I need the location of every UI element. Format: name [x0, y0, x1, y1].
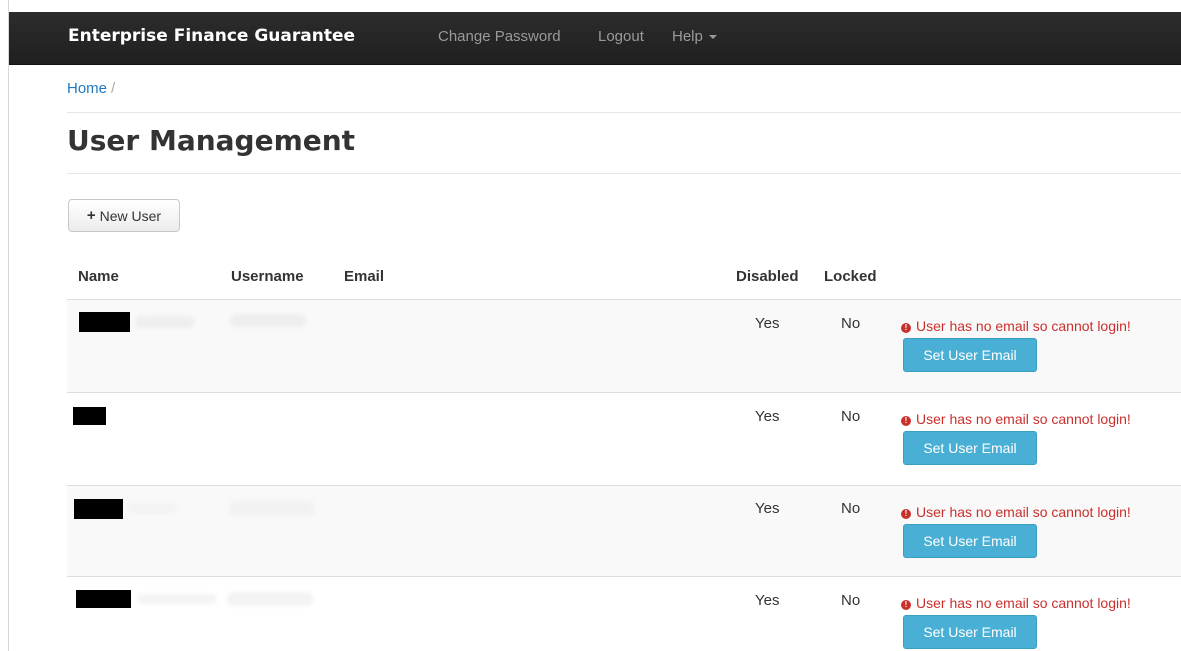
locked-value: No [841, 592, 861, 609]
table-row: Yes No ! User has no email so cannot logi… [67, 485, 1181, 576]
no-email-warning: ! User has no email so cannot login! [901, 504, 1131, 520]
page-title: User Management [67, 124, 356, 157]
new-user-button[interactable]: + New User [68, 199, 180, 232]
no-email-warning: ! User has no email so cannot login! [901, 595, 1131, 611]
no-email-warning: ! User has no email so cannot login! [901, 318, 1131, 334]
column-header-username: Username [231, 268, 304, 285]
disabled-value: Yes [755, 592, 780, 609]
window-edge [8, 0, 9, 651]
set-user-email-button[interactable]: Set User Email [903, 338, 1037, 372]
breadcrumb-home[interactable]: Home [67, 80, 107, 97]
blurred-username [230, 501, 314, 516]
column-header-email: Email [344, 268, 385, 285]
redacted-name [79, 312, 130, 332]
divider [67, 112, 1181, 113]
warning-text: User has no email so cannot login! [916, 318, 1131, 334]
set-user-email-button[interactable]: Set User Email [903, 524, 1037, 558]
warning-text: User has no email so cannot login! [916, 504, 1131, 520]
help-label: Help [672, 28, 703, 45]
set-user-email-button[interactable]: Set User Email [903, 431, 1037, 465]
breadcrumb: Home / [67, 80, 115, 97]
locked-value: No [841, 408, 861, 425]
exclamation-circle-icon: ! [901, 416, 911, 426]
no-email-warning: ! User has no email so cannot login! [901, 411, 1131, 427]
locked-value: No [841, 315, 861, 332]
help-dropdown[interactable]: Help [672, 28, 717, 45]
logout-link[interactable]: Logout [598, 28, 644, 45]
exclamation-circle-icon: ! [901, 323, 911, 333]
plus-icon: + [86, 207, 96, 224]
blurred-name [135, 316, 195, 328]
locked-value: No [841, 500, 861, 517]
exclamation-circle-icon: ! [901, 600, 911, 610]
disabled-value: Yes [755, 408, 780, 425]
top-navbar: Enterprise Finance Guarantee Change Pass… [9, 12, 1181, 65]
divider [67, 173, 1181, 174]
disabled-value: Yes [755, 315, 780, 332]
column-header-disabled: Disabled [736, 268, 799, 285]
change-password-link[interactable]: Change Password [438, 28, 561, 45]
brand-link[interactable]: Enterprise Finance Guarantee [68, 26, 355, 46]
redacted-name [73, 407, 106, 425]
caret-down-icon [708, 35, 717, 40]
table-row: Yes No ! User has no email so cannot logi… [67, 392, 1181, 485]
redacted-name [76, 590, 131, 608]
column-header-name: Name [78, 268, 119, 285]
warning-text: User has no email so cannot login! [916, 595, 1131, 611]
set-user-email-button[interactable]: Set User Email [903, 615, 1037, 649]
new-user-label: New User [99, 207, 162, 224]
breadcrumb-separator: / [111, 80, 116, 97]
warning-text: User has no email so cannot login! [916, 411, 1131, 427]
blurred-name [127, 504, 177, 514]
blurred-username [227, 592, 313, 606]
exclamation-circle-icon: ! [901, 509, 911, 519]
table-row: Yes No ! User has no email so cannot logi… [67, 299, 1181, 392]
blurred-username [230, 314, 306, 327]
table-row: Yes No ! User has no email so cannot logi… [67, 576, 1181, 651]
column-header-locked: Locked [824, 268, 877, 285]
blurred-name [137, 594, 217, 604]
disabled-value: Yes [755, 500, 780, 517]
redacted-name [74, 499, 123, 519]
